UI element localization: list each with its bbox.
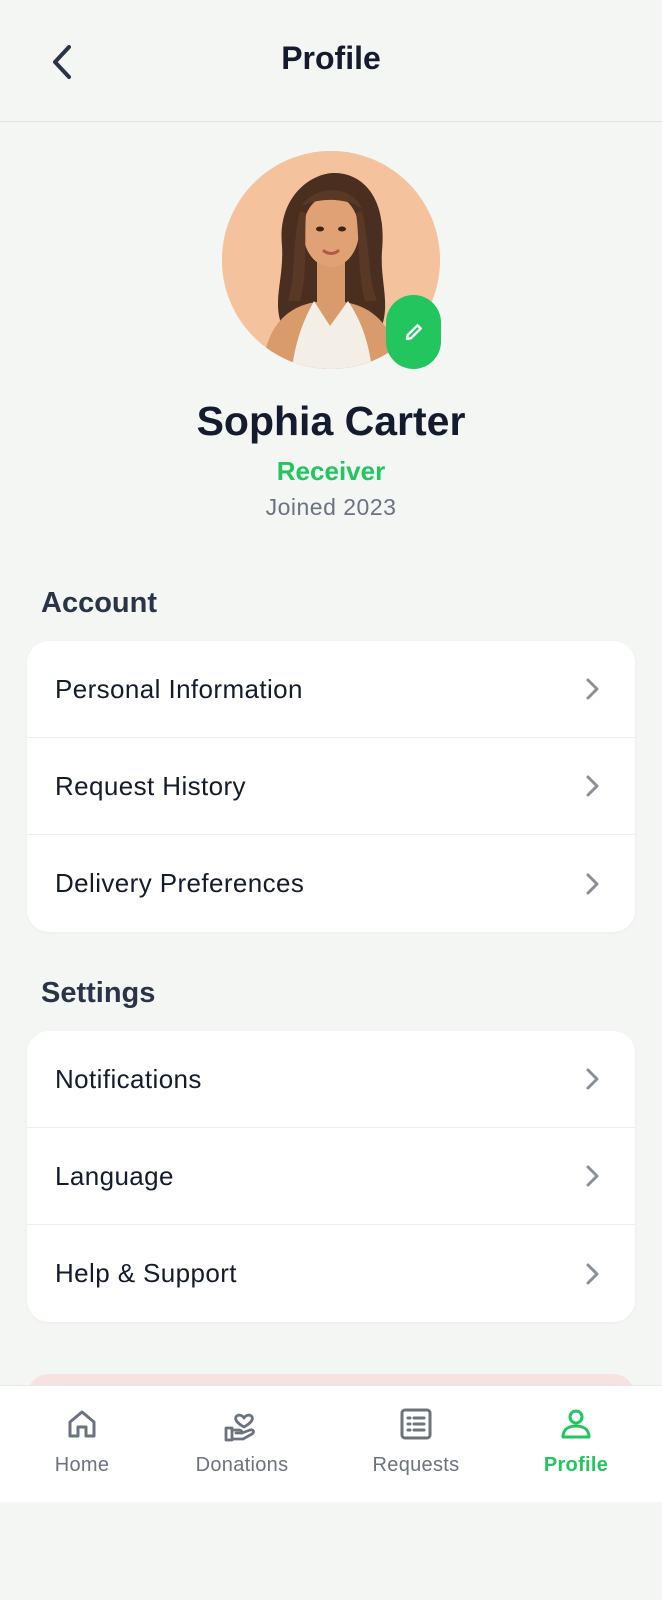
user-icon [561,1409,591,1439]
menu-item-personal-information[interactable]: Personal Information [27,641,635,738]
section-title-account: Account [41,587,157,619]
menu-item-help-support[interactable]: Help & Support [27,1225,635,1322]
bottom-tab-bar: Home Donations Requests Profile [0,1385,662,1502]
tab-home[interactable]: Home [34,1386,130,1503]
chevron-right-icon [586,678,599,700]
menu-item-delivery-preferences[interactable]: Delivery Preferences [27,835,635,932]
tab-requests[interactable]: Requests [364,1386,468,1503]
pencil-icon [405,324,422,341]
tab-label: Requests [372,1454,460,1476]
menu-item-label: Personal Information [55,673,303,704]
hand-heart-icon [224,1413,255,1442]
tab-label: Donations [195,1454,289,1476]
tab-label: Profile [543,1454,609,1476]
tab-label: Home [54,1454,110,1476]
chevron-right-icon [586,1068,599,1090]
list-icon [400,1408,432,1440]
profile-role: Receiver [276,456,386,486]
profile-avatar-container [222,151,441,369]
menu-item-label: Delivery Preferences [55,868,305,898]
chevron-right-icon [586,1165,599,1187]
chevron-right-icon [586,873,599,894]
menu-item-label: Request History [55,770,246,801]
home-icon [68,1410,96,1438]
menu-item-label: Notifications [55,1063,202,1094]
joined-date: Joined 2023 [265,494,397,520]
tab-donations[interactable]: Donations [182,1386,302,1503]
menu-item-language[interactable]: Language [27,1128,635,1225]
menu-item-request-history[interactable]: Request History [27,738,635,835]
chevron-right-icon [586,775,599,797]
top-app-bar: Profile [0,0,662,122]
account-card: Personal Information Request History Del… [27,641,635,932]
page-title: Profile [281,40,381,76]
edit-avatar-button[interactable] [386,295,441,369]
menu-item-notifications[interactable]: Notifications [27,1031,635,1128]
chevron-right-icon [586,1263,599,1284]
menu-item-label: Help & Support [55,1258,237,1288]
tab-profile[interactable]: Profile [532,1386,620,1503]
settings-card: Notifications Language Help & Support [27,1031,635,1322]
profile-name: Sophia Carter [196,398,466,444]
section-title-settings: Settings [41,977,156,1009]
menu-item-label: Language [55,1160,174,1191]
